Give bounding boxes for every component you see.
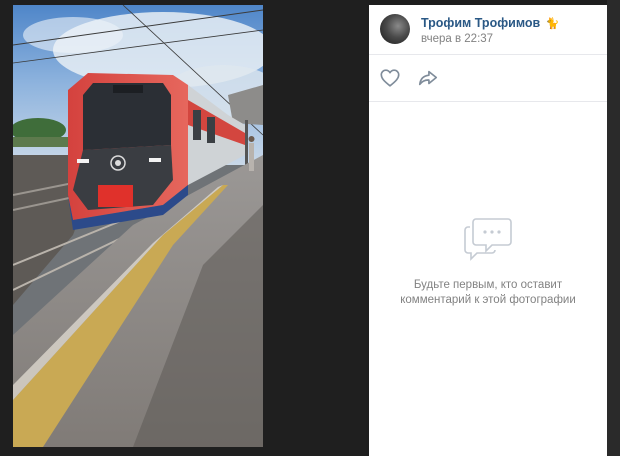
train-photo[interactable] xyxy=(13,5,263,447)
author-header: Трофим Трофимов 🐈 вчера в 22:37 xyxy=(369,5,607,55)
photo-sidebar: Трофим Трофимов 🐈 вчера в 22:37 Будьте п… xyxy=(369,5,607,456)
author-name[interactable]: Трофим Трофимов xyxy=(421,16,540,30)
share-button[interactable] xyxy=(417,67,439,89)
train-photo-image xyxy=(13,5,263,447)
comments-empty-text: Будьте первым, кто оставит комментарий к… xyxy=(369,278,607,308)
share-arrow-icon xyxy=(418,70,438,86)
comment-bubble-icon xyxy=(464,218,512,261)
photo-area xyxy=(0,0,366,456)
photo-viewer: Трофим Трофимов 🐈 вчера в 22:37 Будьте п… xyxy=(0,0,620,456)
post-time[interactable]: вчера в 22:37 xyxy=(421,33,493,45)
avatar[interactable] xyxy=(380,14,410,44)
author-name-link[interactable]: Трофим Трофимов 🐈 xyxy=(421,16,559,30)
like-button[interactable] xyxy=(379,67,401,89)
comments-empty-line-1: Будьте первым, кто оставит xyxy=(413,279,563,291)
photo-actions xyxy=(369,55,607,102)
comments-empty-state: Будьте первым, кто оставит комментарий к… xyxy=(369,102,607,456)
author-emoji: 🐈 xyxy=(545,18,560,30)
viewer-right-edge xyxy=(607,0,620,456)
heart-icon xyxy=(380,69,400,87)
comments-empty-line-2: комментарий к этой фотографии xyxy=(400,294,576,306)
